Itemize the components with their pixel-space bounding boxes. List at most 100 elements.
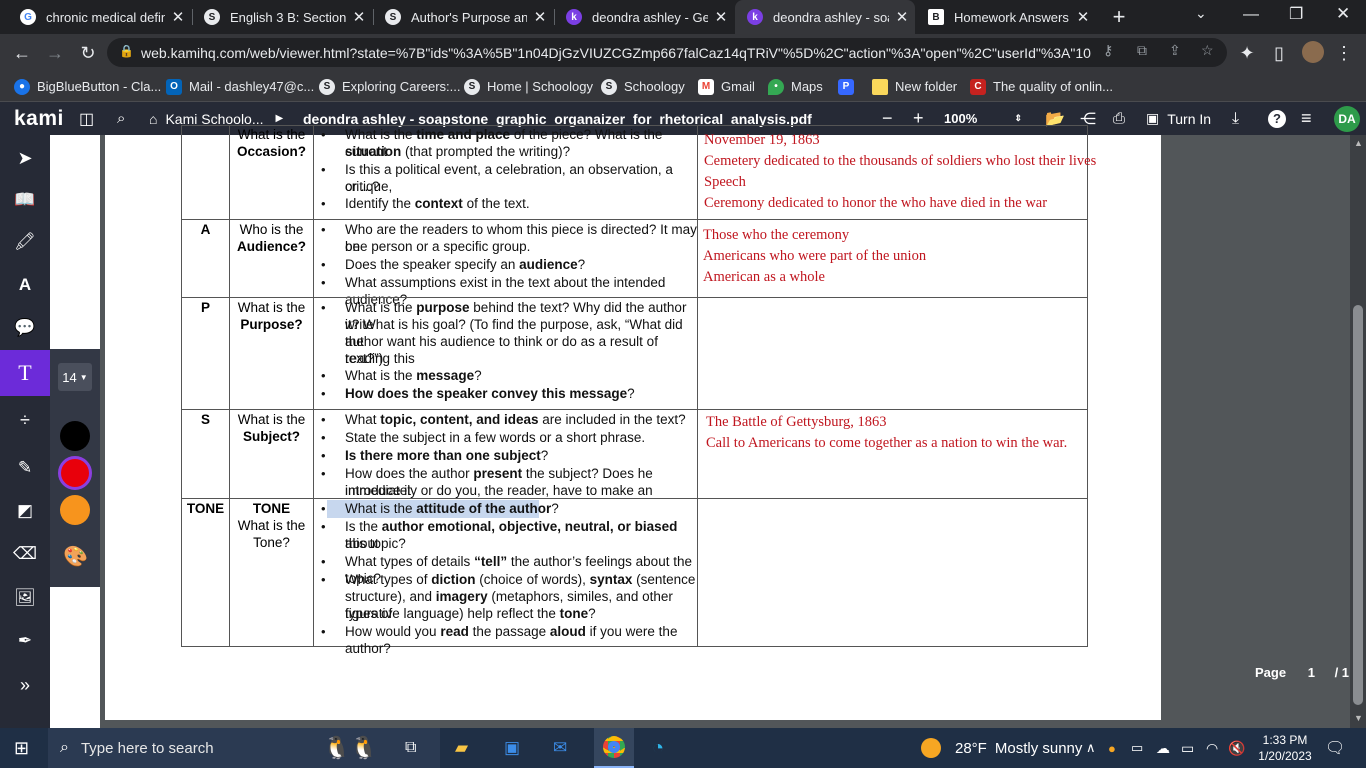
search-icon[interactable]: ⌕ (117, 102, 125, 135)
extensions-puzzle-icon[interactable]: ✦ (1233, 39, 1261, 67)
bookmark-star-icon[interactable]: ☆ (1201, 42, 1214, 59)
bookmark-item[interactable]: S Home | Schoology (464, 71, 593, 102)
file-explorer-icon[interactable]: ▰ (455, 728, 468, 768)
close-icon[interactable]: ✕ (527, 8, 553, 26)
bookmark-item[interactable]: P (838, 71, 861, 102)
notifications-icon[interactable]: 🗨 (1325, 728, 1345, 768)
tray-drive-icon[interactable]: ▭ (1131, 728, 1143, 768)
bookmark-item[interactable]: O Mail - dashley47@c... (166, 71, 314, 102)
user-avatar[interactable]: DA (1334, 102, 1360, 135)
download-icon[interactable]: ⤓ (1232, 102, 1239, 135)
window-close-button[interactable]: ✕ (1336, 4, 1350, 24)
close-icon[interactable]: ✕ (165, 8, 191, 26)
store-icon[interactable]: ▣ (504, 728, 520, 768)
volume-muted-icon[interactable]: 🔇 (1228, 728, 1245, 768)
mail-icon[interactable]: ✉ (553, 728, 567, 768)
comment-icon[interactable]: 💬 (0, 305, 50, 351)
close-icon[interactable]: ✕ (1070, 8, 1096, 26)
taskbar-search-box[interactable]: ⌕ Type here to search 🐧🐧 (48, 728, 440, 768)
close-icon[interactable]: ✕ (889, 8, 915, 26)
answer-text[interactable]: The Battle of Gettysburg, 1863 (706, 414, 887, 431)
forward-button[interactable]: → (41, 39, 69, 67)
scroll-up-icon[interactable]: ▲ (1354, 138, 1363, 148)
answer-text[interactable]: Americans who were part of the union (703, 248, 926, 265)
share-icon[interactable]: ⇪ (1169, 42, 1181, 59)
answer-cell-empty[interactable] (697, 297, 1088, 410)
text-markup-icon[interactable]: A (0, 262, 50, 308)
task-view-icon[interactable]: ⧉ (405, 728, 416, 768)
show-hidden-icons-chevron-icon[interactable]: ∧ (1086, 728, 1096, 768)
add-image-icon[interactable]: 🖼 (0, 575, 50, 621)
weather-widget[interactable]: 28°F Mostly sunny (921, 728, 1082, 768)
answer-text[interactable]: Cemetery dedicated to the thousands of s… (704, 153, 1096, 170)
signature-icon[interactable]: ✒ (0, 618, 50, 664)
edge-icon[interactable]: ◔ (652, 728, 664, 768)
answer-text[interactable]: November 19, 1863 (704, 132, 820, 149)
palette-icon[interactable]: 🎨 (63, 544, 88, 569)
print-icon[interactable]: ⎙ (1113, 102, 1125, 135)
kami-logo[interactable]: kami (14, 102, 64, 135)
answer-text[interactable]: Those who the ceremony (703, 227, 849, 244)
menu-icon[interactable]: ≡ (1301, 102, 1312, 135)
expand-toolbar-icon[interactable]: » (0, 662, 50, 708)
tray-app-icon[interactable]: ● (1108, 728, 1116, 768)
answer-text[interactable]: American as a whole (703, 269, 825, 286)
browser-tab[interactable]: k deondra ashley - Gett ✕ (554, 0, 734, 34)
browser-tab[interactable]: B Homework Answers fr ✕ (916, 0, 1096, 34)
chrome-taskbar-icon[interactable] (594, 728, 634, 768)
back-button[interactable]: ← (8, 39, 36, 67)
address-bar[interactable]: 🔒 web.kamihq.com/web/viewer.html?state=%… (107, 38, 1227, 67)
answer-cell-empty[interactable] (697, 498, 1088, 647)
minimize-button[interactable]: — (1243, 6, 1259, 24)
scroll-thumb[interactable] (1353, 305, 1363, 705)
answer-text[interactable]: Ceremony dedicated to honor the who have… (704, 195, 1047, 212)
clock[interactable]: 1:33 PM 1/20/2023 (1254, 728, 1316, 768)
shapes-icon[interactable]: ◩ (0, 488, 50, 534)
onedrive-icon[interactable]: ☁ (1156, 728, 1170, 768)
scroll-down-icon[interactable]: ▼ (1354, 713, 1363, 723)
more-menu-icon[interactable]: ⋮ (1330, 39, 1358, 67)
insert-space-icon[interactable]: ÷ (0, 397, 50, 443)
help-icon[interactable]: ? (1268, 102, 1286, 135)
select-tool-icon[interactable]: ➤ (0, 135, 50, 181)
open-in-app-icon[interactable]: ⧉ (1137, 42, 1147, 59)
bookmark-item[interactable]: M Gmail (698, 71, 755, 102)
browser-tab[interactable]: G chronic medical defin ✕ (8, 0, 191, 34)
page-current[interactable]: 1 (1308, 665, 1315, 680)
eraser-icon[interactable]: ⌫ (0, 531, 50, 577)
battery-icon[interactable]: ▭ (1181, 728, 1194, 768)
font-size-select[interactable]: 14 ▼ (58, 363, 92, 391)
new-tab-button[interactable]: + (1106, 4, 1132, 30)
close-icon[interactable]: ✕ (346, 8, 372, 26)
browser-tab[interactable]: S Author's Purpose and ✕ (373, 0, 553, 34)
key-icon[interactable]: ⚷ (1103, 42, 1113, 59)
bookmark-item[interactable]: ● BigBlueButton - Cla... (14, 71, 161, 102)
text-tool-icon[interactable]: T (0, 350, 50, 396)
profile-avatar[interactable] (1302, 41, 1324, 63)
browser-tab-active[interactable]: k deondra ashley - soap ✕ (735, 0, 915, 34)
close-icon[interactable]: ✕ (708, 8, 734, 26)
bookmark-item[interactable]: S Exploring Careers:... (319, 71, 461, 102)
turn-in-button[interactable]: ▣ Turn In (1146, 102, 1211, 135)
pen-icon[interactable]: ✎ (0, 445, 50, 491)
bookmark-item[interactable]: New folder (872, 71, 957, 102)
reload-button[interactable]: ↻ (74, 39, 102, 67)
restore-button[interactable]: ❐ (1289, 4, 1303, 24)
wifi-icon[interactable]: ◠ (1206, 728, 1218, 768)
color-swatch-black[interactable] (60, 421, 90, 451)
windows-start-icon[interactable]: ⊞ (14, 728, 29, 768)
color-swatch-red[interactable] (58, 456, 92, 490)
bookmark-item[interactable]: • Maps (768, 71, 823, 102)
highlighter-icon[interactable]: 🖍 (0, 219, 50, 265)
side-panel-icon[interactable]: ▯ (1265, 39, 1293, 67)
color-swatch-orange[interactable] (60, 495, 90, 525)
answer-text[interactable]: Speech (704, 174, 746, 191)
vertical-scrollbar[interactable]: ▲ ▼ (1350, 135, 1366, 728)
tab-search-chevron-icon[interactable]: ⌄ (1195, 5, 1207, 22)
bookmark-item[interactable]: S Schoology (601, 71, 685, 102)
sidebar-toggle-icon[interactable]: ◫ (79, 102, 94, 135)
answer-text[interactable]: Call to Americans to come together as a … (706, 435, 1067, 452)
dictionary-icon[interactable]: 📖 (0, 177, 50, 223)
browser-tab[interactable]: S English 3 B: Section 7 ✕ (192, 0, 372, 34)
bookmark-item[interactable]: C The quality of onlin... (970, 71, 1113, 102)
